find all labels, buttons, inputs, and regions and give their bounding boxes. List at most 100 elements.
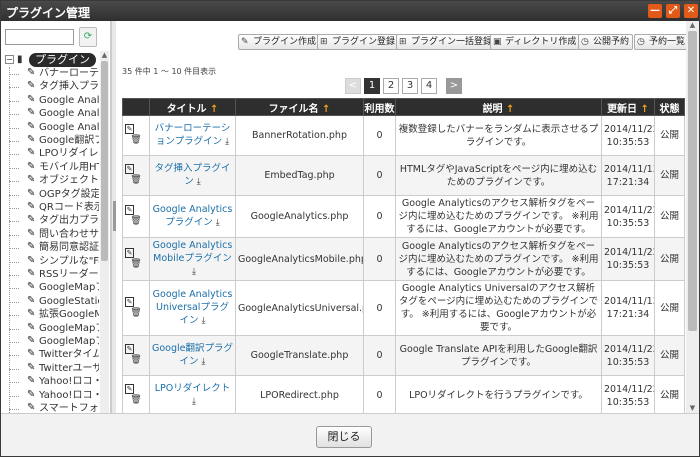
plugin-tree: − ▮ プラグイン ✎バナーローテ…✎タグ挿入プラグ✎Google Analyt… — [1, 51, 99, 413]
tree-item[interactable]: ✎OGPタグ設定プ — [9, 188, 99, 202]
pager-page-2[interactable]: 2 — [383, 78, 399, 94]
schedule-publish-button[interactable]: ◷ 公開予約 — [578, 34, 634, 50]
plugin-title-link[interactable]: Google Analytics Mobileプラグイン — [153, 240, 233, 264]
plugin-title-link[interactable]: タグ挿入プラグイン — [154, 163, 230, 187]
maximize-icon[interactable]: ⤢ — [666, 4, 680, 18]
tree-item[interactable]: ✎モバイル用HTM — [9, 161, 99, 175]
search-icon: ⟳ — [83, 31, 93, 42]
create-plugin-button[interactable]: ✎ プラグイン作成 — [238, 34, 321, 50]
register-plugin-button[interactable]: ⊞ プラグイン登録 — [317, 34, 400, 50]
plugin-title-link[interactable]: Google Analyticsプラグイン — [153, 204, 233, 228]
collapse-icon[interactable]: − — [5, 55, 14, 64]
minimize-icon[interactable]: — — [648, 4, 662, 18]
bulk-register-button[interactable]: ⊞ プラグイン一括登録 — [396, 34, 497, 50]
delete-icon[interactable]: 🗑 — [125, 307, 147, 320]
plugin-title-link[interactable]: Google Analytics Universalプラグイン — [153, 289, 233, 326]
tree-item[interactable]: ✎バナーローテ… — [9, 67, 99, 81]
pager-page-3[interactable]: 3 — [402, 78, 418, 94]
download-icon[interactable]: ⤓ — [197, 177, 201, 187]
tree-item[interactable]: ✎ GoogleMapプ — [9, 281, 99, 295]
tree-item[interactable]: ✎Google Analyt — [9, 107, 99, 121]
tree-item[interactable]: ✎RSSリーダープ — [9, 268, 99, 282]
pager-page-1[interactable]: 1 — [364, 78, 380, 94]
tree-item[interactable]: ✎ Google翻訳プ — [9, 134, 99, 148]
edit-icon[interactable]: ✎ — [125, 296, 147, 307]
tree-item[interactable]: ✎ Twitterタイム — [9, 348, 99, 362]
download-icon[interactable]: ⤓ — [202, 316, 206, 326]
plugin-icon: ✎ — [27, 268, 36, 279]
tree-item-label: Google Analyt — [39, 108, 99, 120]
tree-connector — [9, 355, 19, 357]
tree-item-label: Yahoo!ロコ・ — [39, 389, 99, 401]
row-uses: 0 — [363, 335, 396, 376]
tree-item[interactable]: ✎ Twitterユーザ — [9, 362, 99, 376]
edit-icon[interactable]: ✎ — [125, 384, 147, 394]
add-icon: ⊞ — [320, 37, 328, 47]
search-button[interactable]: ⟳ — [79, 27, 97, 47]
scroll-thumb[interactable] — [101, 61, 108, 261]
pager-prev[interactable]: < — [345, 78, 361, 94]
scroll-up-icon[interactable]: ▲ — [100, 51, 109, 60]
col-filename[interactable]: ファイル名 ↑ — [235, 98, 364, 116]
col-updated[interactable]: 更新日 ↑ — [601, 98, 655, 116]
scroll-up-icon[interactable]: ▲ — [686, 21, 699, 30]
download-icon[interactable]: ⤓ — [192, 267, 196, 277]
tree-item[interactable]: ✎ GoogleMapプ — [9, 335, 99, 349]
delete-icon[interactable]: 🗑 — [125, 215, 147, 228]
download-icon[interactable]: ⤓ — [202, 357, 206, 367]
plugin-title-link[interactable]: バナーローテーションプラグイン — [155, 123, 231, 147]
pager-page-4[interactable]: 4 — [421, 78, 437, 94]
tree-item[interactable]: ✎Google Analyt — [9, 121, 99, 135]
download-icon[interactable]: ⤓ — [216, 218, 220, 228]
close-icon[interactable]: ✕ — [684, 4, 698, 18]
tree-item[interactable]: ✎ Yahoo!ロコ・ — [9, 389, 99, 403]
tree-item[interactable]: ✎タグ出力プラグ — [9, 214, 99, 228]
plugin-icon: ✎ — [27, 120, 36, 132]
tree-connector — [9, 74, 19, 75]
edit-icon[interactable]: ✎ — [125, 205, 147, 215]
scroll-thumb[interactable] — [688, 31, 697, 331]
tree-item[interactable]: ✎問い合わせサン — [9, 228, 99, 242]
col-title[interactable]: タイトル ↑ — [149, 98, 236, 116]
create-directory-button[interactable]: ▣ ディレクトリ作成 — [490, 34, 581, 50]
tree-item[interactable]: ✎オブジェクトコ — [9, 174, 99, 188]
delete-icon[interactable]: 🗑 — [125, 174, 147, 187]
main-scrollbar[interactable]: ▲ ▼ — [686, 21, 699, 413]
search-input[interactable] — [5, 29, 74, 45]
tree-item[interactable]: ✎ シンプルな"Fa — [9, 255, 99, 269]
edit-icon[interactable]: ✎ — [125, 247, 147, 258]
schedule-list-button[interactable]: ◷ 予約一覧 — [634, 34, 690, 50]
sidebar-scrollbar[interactable]: ▲ — [100, 51, 109, 413]
tree-item[interactable]: ✎Google Analyt — [9, 94, 99, 108]
close-button[interactable]: 閉じる — [316, 426, 372, 448]
tree-item[interactable]: ✎タグ挿入プラグ — [9, 80, 99, 94]
row-updated: 2014/11/13 17:21:34 — [601, 280, 655, 336]
row-filename: LPORedirect.php — [235, 375, 364, 416]
pager-next[interactable]: > — [446, 78, 462, 94]
tree-item[interactable]: ✎スマートフォン — [9, 402, 99, 413]
download-icon[interactable]: ⤓ — [225, 137, 229, 147]
scroll-down-icon[interactable]: ▼ — [686, 404, 699, 413]
col-description[interactable]: 説明 ↑ — [395, 98, 602, 116]
plugin-title-link[interactable]: LPOリダイレクト — [155, 383, 231, 394]
delete-icon[interactable]: 🗑 — [125, 258, 147, 271]
download-icon[interactable]: ⤓ — [192, 397, 196, 407]
tree-connector — [9, 395, 19, 397]
tree-item[interactable]: ✎拡張GoogleMa — [9, 308, 99, 322]
delete-icon[interactable]: 🗑 — [125, 354, 147, 367]
col-status: 状態 — [654, 98, 685, 116]
edit-icon[interactable]: ✎ — [125, 164, 147, 174]
edit-icon[interactable]: ✎ — [125, 124, 147, 134]
tree-item[interactable]: ✎簡易同意認証プ — [9, 241, 99, 255]
delete-icon[interactable]: 🗑 — [125, 134, 147, 147]
delete-icon[interactable]: 🗑 — [125, 394, 147, 407]
tree-item[interactable]: ✎ QRコード表示 — [9, 201, 99, 215]
edit-icon[interactable]: ✎ — [125, 344, 147, 354]
plugin-title-link[interactable]: Google翻訳プラグイン — [152, 343, 233, 367]
clock-icon: ◷ — [581, 37, 589, 47]
tree-item[interactable]: ✎LPOリダイレク — [9, 147, 99, 161]
tree-item[interactable]: ✎ GoogleMapプ — [9, 322, 99, 336]
tree-item[interactable]: ✎ Yahoo!ロコ・ — [9, 375, 99, 389]
tree-item[interactable]: ✎GoogleStaticM — [9, 295, 99, 309]
folder-icon: ▮ — [17, 54, 23, 65]
